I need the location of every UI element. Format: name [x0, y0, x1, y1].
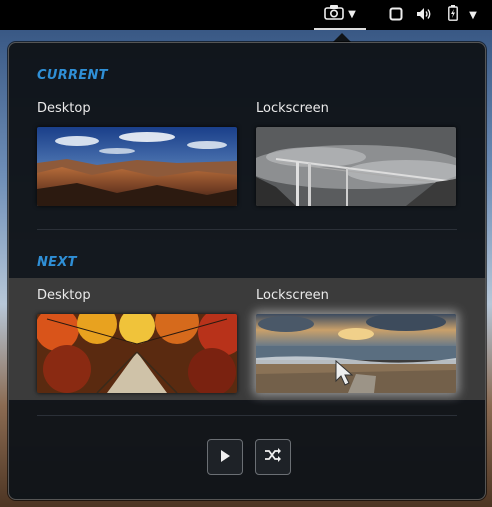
current-desktop-thumbnail[interactable]	[37, 127, 237, 206]
canyon-image	[37, 127, 237, 206]
next-lockscreen-thumbnail[interactable]	[256, 314, 456, 393]
wallpaper-popover: CURRENT Desktop Lockscreen NEXT Desktop …	[8, 42, 486, 500]
display-indicator[interactable]	[386, 0, 406, 30]
display-icon	[389, 6, 403, 25]
section-divider	[37, 229, 457, 230]
system-menu-button[interactable]: ▼	[462, 0, 480, 30]
battery-indicator[interactable]	[444, 0, 462, 30]
next-section-title: NEXT	[37, 255, 77, 270]
bridge-fog-image	[256, 127, 456, 206]
next-desktop-label: Desktop	[37, 288, 91, 303]
shuffle-icon	[264, 447, 282, 467]
shuffle-button[interactable]	[255, 439, 291, 475]
volume-indicator[interactable]	[414, 0, 436, 30]
camera-icon	[324, 4, 344, 24]
play-icon	[218, 448, 232, 467]
wallpaper-menu-button[interactable]: ▼	[314, 0, 366, 30]
mouse-pointer-icon	[335, 359, 354, 386]
autumn-bridge-image	[37, 314, 237, 393]
battery-charging-icon	[448, 5, 458, 25]
current-lockscreen-thumbnail[interactable]	[256, 127, 456, 206]
current-lockscreen-label: Lockscreen	[256, 101, 329, 116]
controls-divider	[37, 415, 457, 416]
next-lockscreen-label: Lockscreen	[256, 288, 329, 303]
current-desktop-label: Desktop	[37, 101, 91, 116]
play-button[interactable]	[207, 439, 243, 475]
volume-icon	[416, 6, 434, 25]
next-desktop-thumbnail[interactable]	[37, 314, 237, 393]
top-panel: ▼ ▼	[0, 0, 492, 30]
dropdown-caret-icon: ▼	[348, 8, 356, 20]
current-section-title: CURRENT	[37, 68, 108, 83]
chevron-down-icon: ▼	[469, 9, 477, 21]
